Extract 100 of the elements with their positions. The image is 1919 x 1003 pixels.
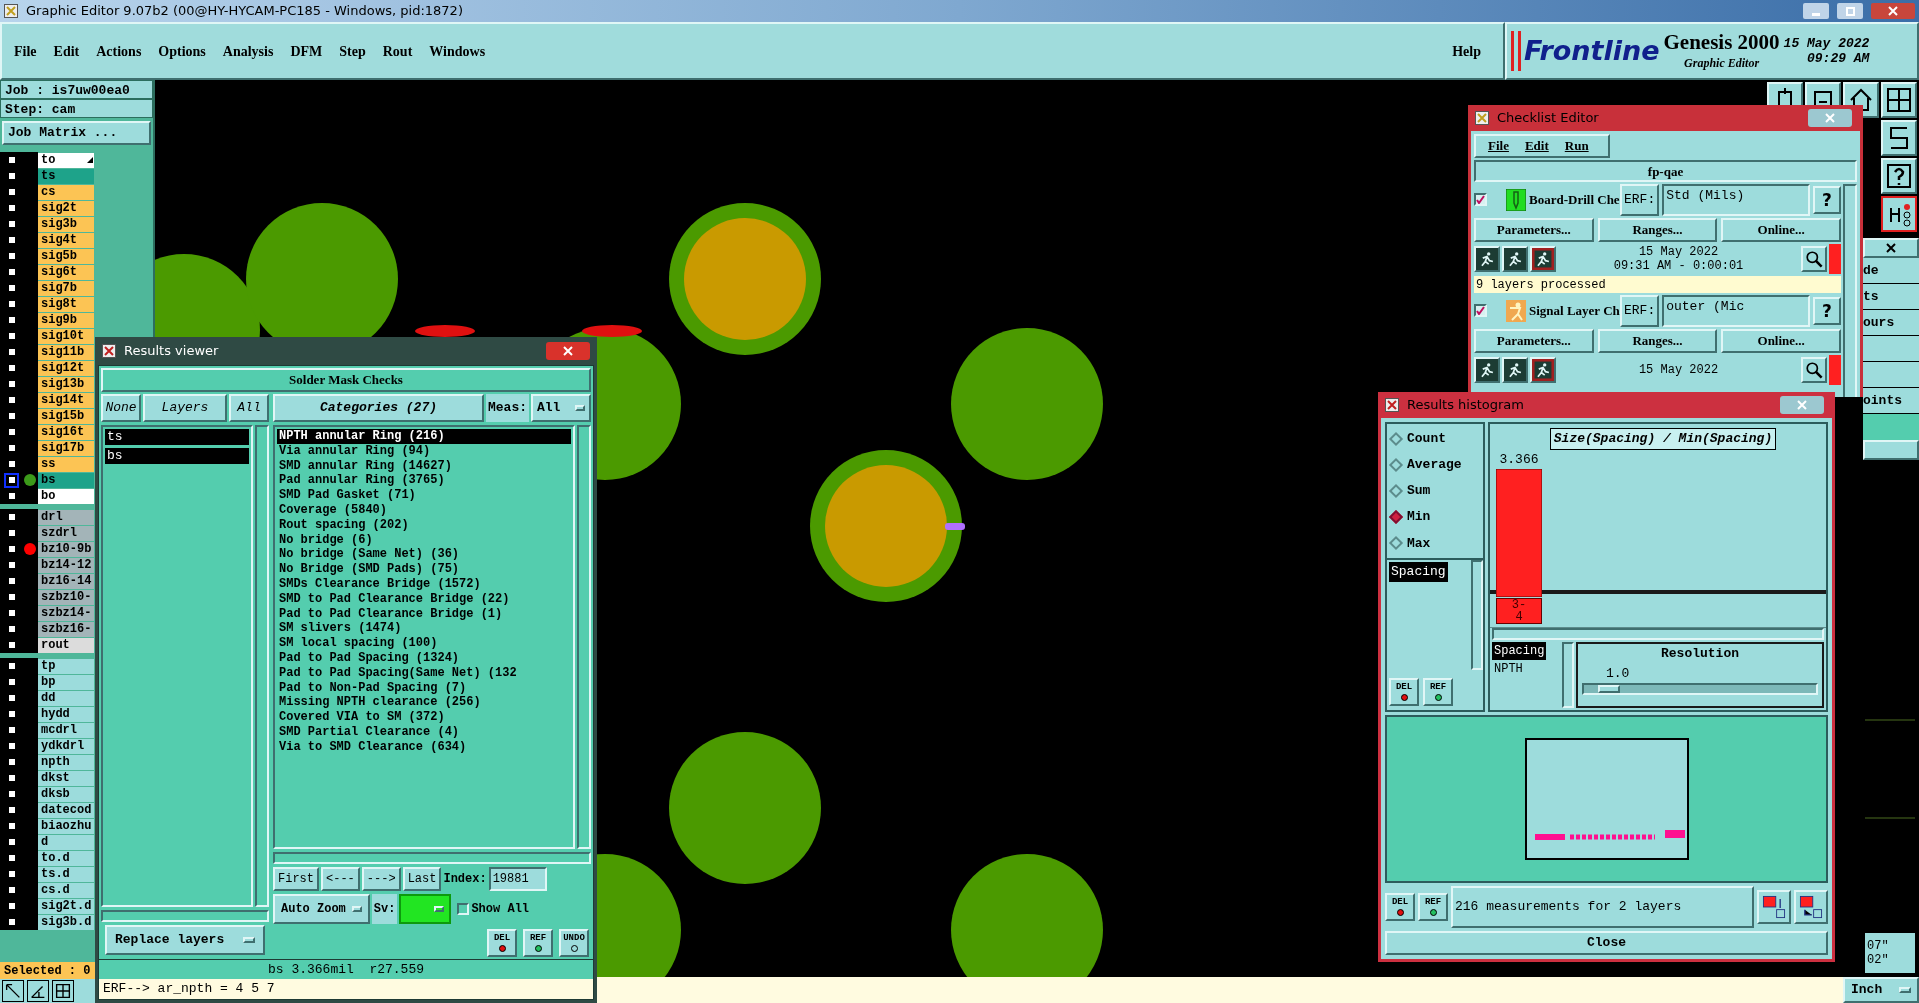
category-item[interactable]: SMD annular Ring (14627) [277,458,571,474]
category-item[interactable]: No Bridge (SMD Pads) (75) [277,562,571,577]
layer-name[interactable]: ts [38,168,94,184]
menu-item[interactable]: Options [158,40,206,62]
check-option-button[interactable]: Online... [1721,328,1841,353]
runner-icon[interactable] [1530,245,1556,272]
layer-name[interactable]: sig7b [38,280,94,296]
column-list-item[interactable]: Spacing [1492,642,1547,660]
field-list-item[interactable]: Spacing [1389,562,1448,582]
nav-button[interactable]: ---> [361,867,401,891]
help-button[interactable]: ? [1813,185,1841,214]
tool-button[interactable]: UNDO [559,929,589,957]
menu-item[interactable]: File [14,40,37,62]
job-matrix-button[interactable]: Job Matrix ... [2,121,151,145]
runner-icon[interactable] [1474,356,1500,383]
slider-thumb[interactable] [1597,685,1620,693]
menu-item[interactable]: Edit [53,40,80,62]
scrollbar[interactable] [101,910,269,922]
check-toggle[interactable] [1474,304,1487,317]
layer-name[interactable]: mcdrl [38,722,94,738]
category-item[interactable]: SMD to Pad Clearance Bridge (22) [277,591,571,607]
category-item[interactable]: SM slivers (1474) [277,621,571,637]
menu-item[interactable]: Analysis [222,40,274,62]
units-dropdown[interactable]: Inch [1843,977,1919,1003]
runner-icon[interactable] [1474,245,1500,272]
help-menu[interactable]: Help [1452,40,1481,62]
layer-name[interactable]: sig16t [38,424,94,440]
category-item[interactable]: Via to SMD Clearance (634) [277,739,571,755]
layer-name[interactable]: sig2t [38,200,94,216]
nav-button[interactable]: <--- [321,867,360,891]
layer-filter-button[interactable]: All [229,394,269,422]
menu-item[interactable]: Actions [96,40,142,62]
layer-name[interactable]: sig8t [38,296,94,312]
layer-name[interactable]: bp [38,674,94,690]
layer-name[interactable]: to [38,152,94,168]
scrollbar[interactable] [255,425,269,907]
layer-name[interactable]: dkst [38,770,94,786]
tool-icon[interactable] [52,980,74,1002]
layer-filter-button[interactable]: Layers [143,394,227,422]
runner-icon[interactable] [1530,356,1556,383]
menu-item[interactable]: File [1488,136,1509,156]
layer-name[interactable]: drl [38,509,94,525]
layer-name[interactable]: npth [38,754,94,770]
scrollbar[interactable] [1471,560,1483,670]
layer-name[interactable]: dd [38,690,94,706]
check-option-button[interactable]: Parameters... [1474,217,1594,242]
erf-field[interactable]: Std (Mils) [1662,183,1810,216]
layer-mode-dropdown[interactable]: Replace layers [105,925,265,955]
scrollbar[interactable] [577,425,591,849]
category-item[interactable]: Pad to Pad Spacing (1324) [277,650,571,666]
check-option-button[interactable]: Online... [1721,217,1841,242]
histogram-icon[interactable] [1794,890,1828,924]
layer-name[interactable]: sig11b [38,344,94,360]
layer-list-item[interactable]: bs [105,448,249,464]
zoom-mode-dropdown[interactable]: Auto Zoom [273,894,370,924]
category-item[interactable]: SMD Partial Clearance (4) [277,724,571,740]
close-button[interactable] [1863,238,1919,258]
category-item[interactable]: Coverage (5840) [277,503,571,518]
layer-name[interactable]: sig9b [38,312,94,328]
layer-name[interactable]: sig10t [38,328,94,344]
tool-button[interactable]: DEL [1385,893,1415,921]
category-item[interactable]: No bridge (6) [277,532,571,548]
menu-item[interactable]: Windows [429,40,486,62]
tool-button[interactable]: REF [1423,678,1453,706]
tool-button[interactable]: REF [1418,893,1448,921]
erf-field[interactable]: outer (Mic [1662,294,1810,327]
category-item[interactable]: NPTH annular Ring (216) [277,429,571,444]
tool-button[interactable]: DEL [487,929,517,957]
menu-item[interactable]: DFM [290,40,323,62]
histogram-icon[interactable] [1757,890,1791,924]
layer-name[interactable]: ydkdrl [38,738,94,754]
layer-name[interactable]: sig3b [38,216,94,232]
menu-item[interactable]: Rout [382,40,413,62]
index-field[interactable]: 19881 [488,867,547,891]
category-item[interactable]: Pad annular Ring (3765) [277,473,571,489]
layer-name[interactable]: hydd [38,706,94,722]
nav-button[interactable]: Last [402,867,442,891]
scrollbar[interactable] [1492,628,1824,640]
help-button[interactable]: ? [1813,296,1841,325]
category-item[interactable]: Pad to Pad Clearance Bridge (1) [277,606,571,622]
help-icon[interactable] [1881,158,1917,194]
scrollbar[interactable] [273,852,591,864]
layer-name[interactable]: sig13b [38,376,94,392]
check-option-button[interactable]: Parameters... [1474,328,1594,353]
show-all-checkbox[interactable] [457,903,470,915]
category-item[interactable]: Missing NPTH clearance (256) [277,695,571,711]
layer-name[interactable]: ts.d [38,866,94,882]
color-dropdown[interactable] [399,894,452,924]
toolbar-icon[interactable] [1881,196,1917,232]
meas-dropdown[interactable]: All [531,394,591,422]
category-item[interactable]: Pad to Pad Spacing(Same Net) (132 [277,665,571,681]
layer-list-item[interactable]: ts [105,429,249,445]
category-item[interactable]: Via annular Ring (94) [277,443,571,459]
check-toggle[interactable] [1474,193,1487,206]
menu-item[interactable]: Run [1564,136,1589,156]
category-item[interactable]: Covered VIA to SM (372) [277,710,571,725]
layer-name[interactable]: cs [38,184,94,200]
tool-icon[interactable] [2,980,24,1002]
layer-name[interactable]: sig4t [38,232,94,248]
layer-name[interactable]: sig5b [38,248,94,264]
